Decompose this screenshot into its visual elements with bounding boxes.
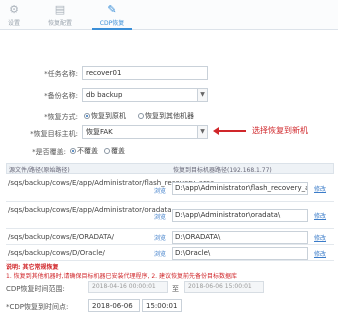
cdp-point-date-input[interactable]: 2018-06-06 [88, 299, 140, 312]
table-row: /sqs/backup/cows/E/ORADATA/ 浏览 D:\ORADAT… [6, 230, 334, 245]
browse-link[interactable]: 浏览 [154, 186, 166, 195]
radio-no-overwrite[interactable]: 不覆盖 [70, 146, 98, 156]
tab-settings-label: 设置 [7, 20, 20, 27]
cdp-point-label: *CDP恢复到时间点: [6, 303, 69, 311]
restore-other-label: 恢复到其他机器 [145, 112, 194, 120]
radio-checked-icon [84, 113, 90, 119]
row-target-input[interactable]: D:\app\Administrator\flash_recovery_are [172, 182, 308, 195]
browse-link[interactable]: 浏览 [154, 233, 166, 242]
row-source-path: /sqs/backup/cows/D/Oracle/ [8, 249, 105, 257]
table-header: 源文件/路径(原始路径) 恢复到目标机器路径(192.168.1.77) [6, 163, 334, 174]
target-machine-select[interactable]: 恢复FAK ▼ [82, 125, 208, 139]
modify-link[interactable]: 修改 [314, 249, 326, 258]
tab-restore-config[interactable]: ▤ 恢复配置 [42, 2, 78, 30]
chevron-down-icon: ▼ [197, 126, 207, 138]
document-icon: ▤ [54, 3, 66, 16]
cdp-range-to: 至 [172, 285, 179, 293]
restore-mode-label: *恢复方式: [44, 113, 78, 121]
row-source-path: /sqs/backup/cows/E/app/Administrator/fla… [8, 179, 215, 187]
overwrite-label: *是否覆盖: [32, 148, 66, 156]
radio-unchecked-icon [138, 113, 144, 119]
row-target-input[interactable]: D:\app\Administrator\oradata\ [172, 209, 308, 222]
overwrite-option-label: 覆盖 [111, 147, 125, 155]
notes-line-1: 1. 恢复到其他机器时,请确保目标机器已安装代理程序, 2. 建议恢复前先备份目… [6, 273, 237, 280]
table-row: /sqs/backup/cows/E/app/Administrator/fla… [6, 176, 334, 202]
row-target-input[interactable]: D:\Oracle\ [172, 247, 308, 260]
no-overwrite-label: 不覆盖 [77, 147, 98, 155]
modify-link[interactable]: 修改 [314, 211, 326, 220]
col-target-header: 恢复到目标机器路径(192.168.1.77) [173, 167, 272, 174]
cdp-range-start: 2018-04-16 00:00:01 [88, 281, 168, 293]
tab-bar: ⚙ 设置 ▤ 恢复配置 ✎ CDP恢复 [0, 0, 338, 30]
backup-name-label: *备份名称: [44, 92, 78, 100]
target-machine-value: 恢复FAK [86, 128, 113, 136]
restore-original-label: 恢复到原机 [91, 112, 126, 120]
radio-checked-icon [70, 148, 76, 154]
radio-overwrite[interactable]: 覆盖 [104, 146, 125, 156]
row-target-input[interactable]: D:\ORADATA\ [172, 231, 308, 244]
notes-title: 说明: 其它常规恢复 [6, 264, 59, 271]
task-name-label: *任务名称: [44, 70, 78, 78]
target-machine-label: *恢复目标主机: [30, 130, 78, 138]
radio-unchecked-icon [104, 148, 110, 154]
cdp-range-label: CDP恢复时间范围: [6, 285, 65, 293]
task-name-input[interactable]: recover01 [82, 66, 208, 80]
gear-icon: ⚙ [9, 3, 19, 16]
chevron-down-icon: ▼ [197, 89, 207, 101]
annotation-text: 选择恢复到新机 [252, 126, 308, 135]
row-source-path: /sqs/backup/cows/E/app/Administrator/ora… [8, 206, 172, 214]
table-row: /sqs/backup/cows/E/app/Administrator/ora… [6, 203, 334, 229]
browse-link[interactable]: 浏览 [154, 249, 166, 258]
radio-restore-original[interactable]: 恢复到原机 [84, 111, 126, 121]
tab-settings[interactable]: ⚙ 设置 [2, 2, 26, 30]
browse-link[interactable]: 浏览 [154, 212, 166, 221]
tab-cdp-restore[interactable]: ✎ CDP恢复 [92, 2, 132, 30]
col-source-header: 源文件/路径(原始路径) [9, 167, 70, 174]
radio-restore-other[interactable]: 恢复到其他机器 [138, 111, 194, 121]
cdp-point-time-input[interactable]: 15:00:01 [142, 299, 182, 312]
cdp-range-end: 2018-06-06 15:00:01 [184, 281, 264, 293]
table-row: /sqs/backup/cows/D/Oracle/ 浏览 D:\Oracle\… [6, 246, 334, 261]
tab-cdp-restore-label: CDP恢复 [99, 20, 125, 27]
modify-link[interactable]: 修改 [314, 233, 326, 242]
annotation-arrow-icon [213, 127, 246, 135]
backup-name-value: db backup [86, 91, 123, 99]
backup-name-select[interactable]: db backup ▼ [82, 88, 208, 102]
row-source-path: /sqs/backup/cows/E/ORADATA/ [8, 233, 115, 241]
tab-restore-config-label: 恢复配置 [47, 20, 72, 27]
pen-icon: ✎ [107, 3, 117, 16]
modify-link[interactable]: 修改 [314, 184, 326, 193]
